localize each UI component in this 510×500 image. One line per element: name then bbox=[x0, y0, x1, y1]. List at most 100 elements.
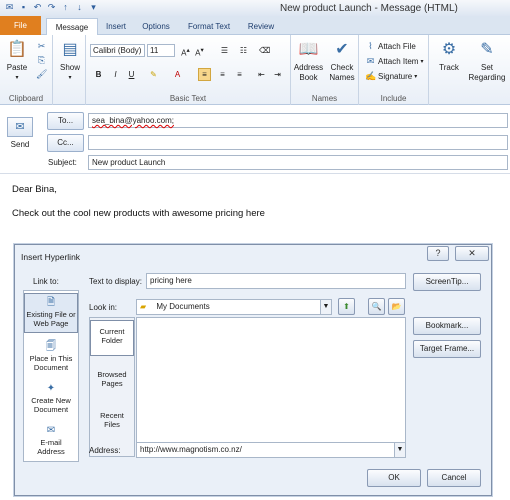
attach-item-label: Attach Item bbox=[378, 57, 419, 66]
up-folder-button[interactable]: ⬆ bbox=[338, 298, 355, 315]
font-name-select[interactable]: Calibri (Body) bbox=[90, 44, 145, 57]
cancel-button[interactable]: Cancel bbox=[427, 469, 481, 487]
target-frame-button[interactable]: Target Frame... bbox=[413, 340, 481, 358]
numbering-icon[interactable]: ☷ bbox=[238, 45, 249, 56]
bold-icon[interactable]: B bbox=[93, 69, 104, 80]
attach-item-button[interactable]: ✉ Attach Item ▾ bbox=[365, 56, 424, 67]
message-body[interactable]: Dear Bina, Check out the cool new produc… bbox=[12, 183, 265, 221]
clipboard-group-label: Clipboard bbox=[8, 94, 44, 103]
tab-review[interactable]: Review bbox=[244, 18, 278, 35]
subject-label: Subject: bbox=[48, 158, 77, 167]
new-document-icon: ✦ bbox=[46, 383, 56, 394]
subject-field[interactable]: New product Launch bbox=[88, 155, 508, 170]
decrease-indent-icon[interactable]: ⇤ bbox=[256, 69, 267, 80]
help-button[interactable]: ? bbox=[427, 246, 449, 261]
cut-icon[interactable]: ✂ bbox=[36, 41, 47, 52]
tab-options[interactable]: Options bbox=[137, 18, 175, 35]
cc-button[interactable]: Cc... bbox=[47, 134, 84, 152]
up-arrow-icon[interactable]: ↑ bbox=[60, 2, 71, 13]
cc-field[interactable] bbox=[88, 135, 508, 150]
folder-current[interactable]: Current Folder bbox=[90, 320, 134, 356]
increase-indent-icon[interactable]: ⇥ bbox=[272, 69, 283, 80]
highlight-icon[interactable]: ✎ bbox=[148, 69, 159, 80]
shrink-font-icon[interactable]: A▾ bbox=[194, 45, 205, 58]
tab-file[interactable]: File bbox=[0, 16, 41, 35]
font-color-icon[interactable]: A bbox=[172, 69, 183, 80]
link-place-in-document[interactable]: 🗐 Place in This Document bbox=[24, 341, 78, 372]
file-list[interactable] bbox=[136, 317, 406, 457]
set-regarding-label-1: Set bbox=[480, 63, 493, 72]
attach-item-dropdown-icon: ▾ bbox=[420, 59, 424, 65]
check-names-icon: ✔ bbox=[335, 41, 349, 58]
down-arrow-icon[interactable]: ↓ bbox=[74, 2, 85, 13]
folder-browsed-label-2: Pages bbox=[101, 379, 123, 388]
copy-icon[interactable]: ⎘ bbox=[36, 55, 47, 66]
font-name-value: Calibri (Body) bbox=[93, 46, 142, 55]
link-email-address[interactable]: ✉ E-mail Address bbox=[24, 425, 78, 456]
message-header: ✉ Send To... sea_bina@yahoo.com; Cc... S… bbox=[0, 106, 510, 174]
browse-web-icon: 🔍 bbox=[371, 302, 382, 311]
show-button[interactable]: ▤ Show ▾ bbox=[55, 39, 85, 83]
names-group-label: Names bbox=[311, 94, 338, 103]
send-button[interactable]: ✉ Send bbox=[5, 117, 35, 149]
folder-current-label-2: Folder bbox=[101, 336, 123, 345]
paste-dropdown-icon: ▾ bbox=[15, 75, 19, 81]
ok-button[interactable]: OK bbox=[367, 469, 421, 487]
browse-file-button[interactable]: 📂 bbox=[388, 298, 405, 315]
names-group: 📖 Address Book ✔ Check Names Names bbox=[291, 35, 359, 105]
address-input[interactable]: http://www.magnotism.co.nz/ ▼ bbox=[136, 442, 406, 458]
address-book-label-1: Address bbox=[293, 63, 324, 72]
track-icon: ⚙ bbox=[441, 41, 457, 58]
folder-browsed-label-1: Browsed bbox=[97, 370, 127, 379]
folder-browsed-pages[interactable]: Browsed Pages bbox=[90, 370, 134, 388]
dialog-close-button[interactable]: ✕ bbox=[455, 246, 489, 261]
customize-qat-icon[interactable]: ▾ bbox=[88, 2, 99, 13]
format-painter-icon[interactable]: 🖌 bbox=[36, 69, 47, 80]
link-existing-file[interactable]: 🗎 Existing File or Web Page bbox=[24, 293, 78, 333]
set-regarding-button[interactable]: ✎ Set Regarding bbox=[465, 39, 509, 83]
link-create-new-document[interactable]: ✦ Create New Document bbox=[24, 383, 78, 414]
to-field[interactable]: sea_bina@yahoo.com; bbox=[88, 113, 508, 128]
link-place-label-1: Place in This bbox=[29, 354, 73, 363]
subject-value: New product Launch bbox=[92, 158, 166, 167]
to-button[interactable]: To... bbox=[47, 112, 84, 130]
address-book-button[interactable]: 📖 Address Book bbox=[292, 39, 325, 83]
body-line: Check out the cool new products with awe… bbox=[12, 208, 265, 219]
browse-web-button[interactable]: 🔍 bbox=[368, 298, 385, 315]
check-names-button[interactable]: ✔ Check Names bbox=[326, 39, 358, 83]
attach-file-button[interactable]: ⌇ Attach File bbox=[365, 41, 416, 52]
look-in-select[interactable]: ▰ My Documents ▼ bbox=[136, 299, 332, 315]
insert-hyperlink-dialog: Insert Hyperlink ? ✕ Link to: Text to di… bbox=[14, 244, 492, 496]
save-icon[interactable]: ▪ bbox=[18, 2, 29, 13]
bullets-icon[interactable]: ☰ bbox=[219, 45, 230, 56]
folder-recent-label-2: Files bbox=[104, 420, 120, 429]
tab-message[interactable]: Message bbox=[46, 18, 98, 35]
text-to-display-input[interactable]: pricing here bbox=[146, 273, 406, 289]
up-folder-icon: ⬆ bbox=[343, 302, 350, 311]
undo-icon[interactable]: ↶ bbox=[32, 2, 43, 13]
outlook-icon: ✉ bbox=[5, 2, 14, 12]
align-left-icon[interactable]: ≡ bbox=[198, 68, 211, 81]
folder-recent-files[interactable]: Recent Files bbox=[90, 411, 134, 429]
signature-button[interactable]: ✍ Signature ▾ bbox=[365, 71, 417, 82]
screentip-button[interactable]: ScreenTip... bbox=[413, 273, 481, 291]
italic-icon[interactable]: I bbox=[110, 69, 121, 80]
clear-format-icon[interactable]: ⌫ bbox=[259, 45, 270, 56]
align-right-icon[interactable]: ≡ bbox=[234, 69, 245, 80]
track-button[interactable]: ⚙ Track bbox=[431, 39, 467, 73]
window-title: New product Launch - Message (HTML) bbox=[280, 3, 458, 14]
show-label: Show bbox=[59, 63, 80, 72]
bookmark-button[interactable]: Bookmark... bbox=[413, 317, 481, 335]
place-in-document-icon: 🗐 bbox=[46, 341, 56, 352]
signature-icon: ✍ bbox=[365, 71, 377, 81]
redo-icon[interactable]: ↷ bbox=[46, 2, 57, 13]
tab-insert[interactable]: Insert bbox=[101, 18, 131, 35]
font-size-select[interactable]: 11 bbox=[147, 44, 175, 57]
link-to-label: Link to: bbox=[33, 277, 59, 286]
tab-format-text[interactable]: Format Text bbox=[182, 18, 236, 35]
ribbon-tabs: File Message Insert Options Format Text … bbox=[0, 16, 510, 35]
grow-font-icon[interactable]: A▴ bbox=[180, 45, 191, 58]
underline-icon[interactable]: U bbox=[126, 69, 137, 80]
paste-button[interactable]: 📋 Paste ▾ bbox=[2, 39, 32, 83]
align-center-icon[interactable]: ≡ bbox=[217, 69, 228, 80]
